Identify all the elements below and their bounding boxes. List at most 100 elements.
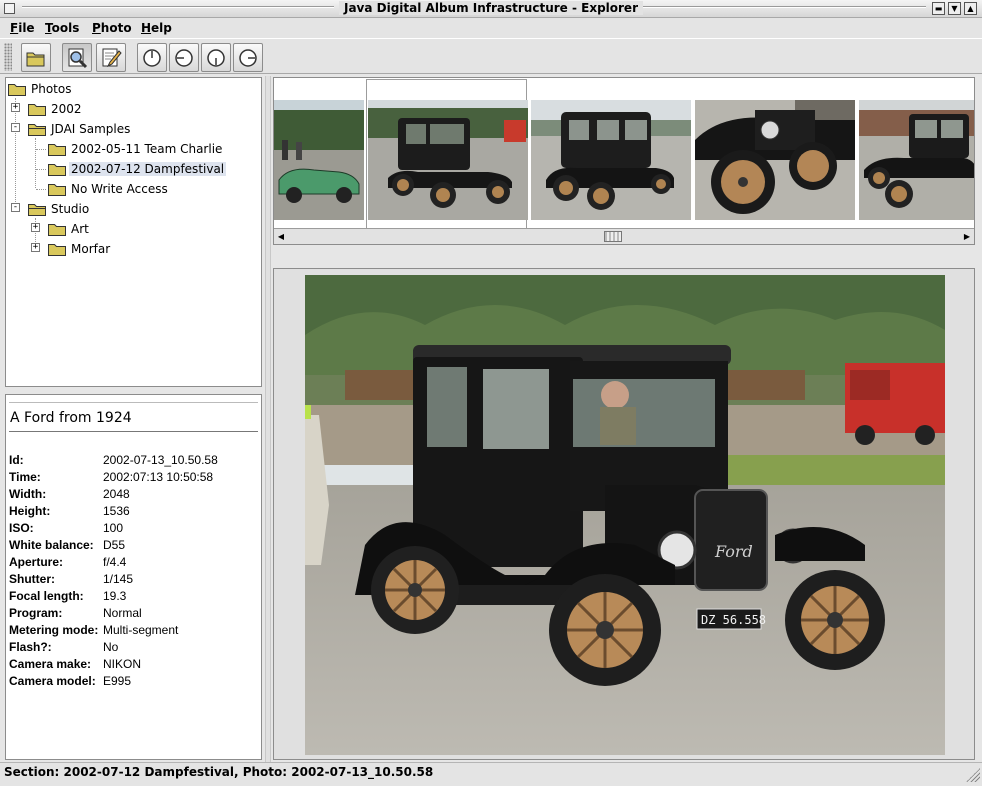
thumbnail-image (695, 100, 855, 220)
title-bar[interactable]: Java Digital Album Infrastructure - Expl… (0, 0, 982, 18)
photo-info-panel: A Ford from 1924 Id: 2002-07-13_10.50.58 T… (5, 394, 262, 760)
metadata-value: 2002:07:13 10:50:58 (103, 470, 214, 484)
menu-photo[interactable]: Photo (92, 21, 132, 35)
menu-file[interactable]: File (10, 21, 35, 35)
folder-icon (48, 144, 66, 156)
tree-node-label: Morfar (71, 242, 111, 256)
tree-node-jdai-samples[interactable]: JDAI Samples (28, 119, 132, 139)
thumbnail-scrollbar[interactable]: ◀ ▶ (274, 228, 974, 244)
metadata-row: Shutter: 1/145 (9, 572, 259, 589)
folder-open-icon (28, 204, 46, 216)
menu-tools[interactable]: Tools (45, 21, 79, 35)
tree-node-studio[interactable]: Studio (28, 199, 91, 219)
tree-connector (36, 149, 46, 150)
metadata-row: White balance: D55 (9, 538, 259, 555)
metadata-key: Shutter: (9, 572, 55, 586)
metadata-row: ISO: 100 (9, 521, 259, 538)
metadata-row: Time: 2002:07:13 10:50:58 (9, 470, 259, 487)
expand-icon[interactable]: + (11, 103, 20, 112)
tree-connector (36, 169, 46, 170)
metadata-key: Program: (9, 606, 63, 620)
scroll-thumb[interactable] (604, 231, 622, 242)
tree-connector (15, 98, 16, 210)
thumbnail-image (274, 100, 364, 220)
rotate-left-button[interactable] (169, 43, 199, 72)
tree-node-label: No Write Access (71, 182, 168, 196)
metadata-value: 100 (103, 521, 124, 535)
thumbnail-item[interactable] (531, 100, 691, 220)
folder-tree[interactable]: Photos + 2002 - JDAI Samples 2002-05-11 … (5, 77, 262, 387)
toolbar-grip[interactable] (4, 43, 12, 71)
photo-caption[interactable]: A Ford from 1924 (10, 410, 132, 426)
thumbnail-item[interactable] (859, 100, 974, 220)
rotate-down-button[interactable] (201, 43, 231, 72)
tree-node-label: JDAI Samples (51, 122, 131, 136)
maximize-icon[interactable]: ▼ (948, 2, 961, 15)
metadata-key: Focal length: (9, 589, 84, 603)
open-folder-button[interactable] (21, 43, 51, 72)
wheel-front-left (549, 574, 661, 686)
tree-node-label: Art (71, 222, 89, 236)
close-icon[interactable]: ▲ (964, 2, 977, 15)
tree-node-photos[interactable]: Photos (8, 79, 73, 99)
window-title: Java Digital Album Infrastructure - Expl… (0, 1, 982, 15)
minimize-icon[interactable]: ▬ (932, 2, 945, 15)
metadata-value: 2048 (103, 487, 130, 501)
thumbnail-image (859, 100, 974, 220)
expand-icon[interactable]: + (31, 223, 40, 232)
tree-node-team-charlie[interactable]: 2002-05-11 Team Charlie (48, 139, 224, 159)
metadata-key: ISO: (9, 521, 34, 535)
wheel-rear (371, 546, 459, 634)
tree-node-no-write-access[interactable]: No Write Access (48, 179, 170, 199)
menu-help[interactable]: Help (141, 21, 172, 35)
thumbnail-item[interactable] (274, 100, 364, 220)
tree-node-2002[interactable]: 2002 (28, 99, 84, 119)
edit-button[interactable] (96, 43, 126, 72)
metadata-key: Metering mode: (9, 623, 99, 637)
tree-node-label: 2002-07-12 Dampfestival (69, 162, 227, 176)
view-button[interactable] (62, 43, 92, 72)
scroll-left-icon[interactable]: ◀ (274, 230, 288, 243)
metadata-row: Camera model: E995 (9, 674, 259, 691)
horizontal-splitter[interactable] (273, 246, 975, 268)
folder-icon (48, 164, 66, 176)
expand-icon[interactable]: + (31, 243, 40, 252)
metadata-key: Aperture: (9, 555, 64, 569)
vertical-splitter[interactable] (265, 76, 271, 762)
thumbnail-item[interactable] (695, 100, 855, 220)
folder-open-icon (26, 52, 45, 66)
tree-node-art[interactable]: Art (48, 219, 91, 239)
folder-icon (28, 104, 46, 116)
scroll-right-icon[interactable]: ▶ (960, 230, 974, 243)
metadata-value: 2002-07-13_10.50.58 (103, 453, 218, 467)
metadata-row: Program: Normal (9, 606, 259, 623)
collapse-icon[interactable]: - (11, 203, 20, 212)
thumbnail-image (531, 100, 691, 220)
tree-node-label: 2002-05-11 Team Charlie (71, 142, 223, 156)
metadata-value: 1536 (103, 504, 130, 518)
metadata-value: E995 (103, 674, 132, 688)
metadata-key: Height: (9, 504, 51, 518)
folder-open-icon (28, 124, 46, 136)
metadata-key: Width: (9, 487, 47, 501)
main-photo: Ford DZ 56.558 (305, 275, 945, 755)
metadata-row: Flash?: No (9, 640, 259, 657)
status-bar: Section: 2002-07-12 Dampfestival, Photo:… (0, 762, 982, 786)
edit-pencil-icon (102, 48, 122, 67)
tree-node-dampfestival[interactable]: 2002-07-12 Dampfestival (48, 159, 227, 179)
photo-viewer[interactable]: Ford DZ 56.558 (273, 268, 975, 760)
rotate-right-button[interactable] (233, 43, 263, 72)
thumbnail-item[interactable] (368, 100, 528, 220)
metadata-row: Width: 2048 (9, 487, 259, 504)
license-plate: DZ 56.558 (701, 613, 766, 627)
resize-grip-icon[interactable] (966, 768, 980, 782)
collapse-icon[interactable]: - (11, 123, 20, 132)
metadata-value: Normal (103, 606, 142, 620)
metadata-key: Camera model: (9, 674, 96, 688)
thumbnail-strip[interactable]: ◀ ▶ (273, 77, 975, 245)
rotate-up-button[interactable] (137, 43, 167, 72)
metadata-key: Camera make: (9, 657, 92, 671)
tree-node-morfar[interactable]: Morfar (48, 239, 112, 259)
metadata-value: 1/145 (103, 572, 134, 586)
metadata-row: Camera make: NIKON (9, 657, 259, 674)
